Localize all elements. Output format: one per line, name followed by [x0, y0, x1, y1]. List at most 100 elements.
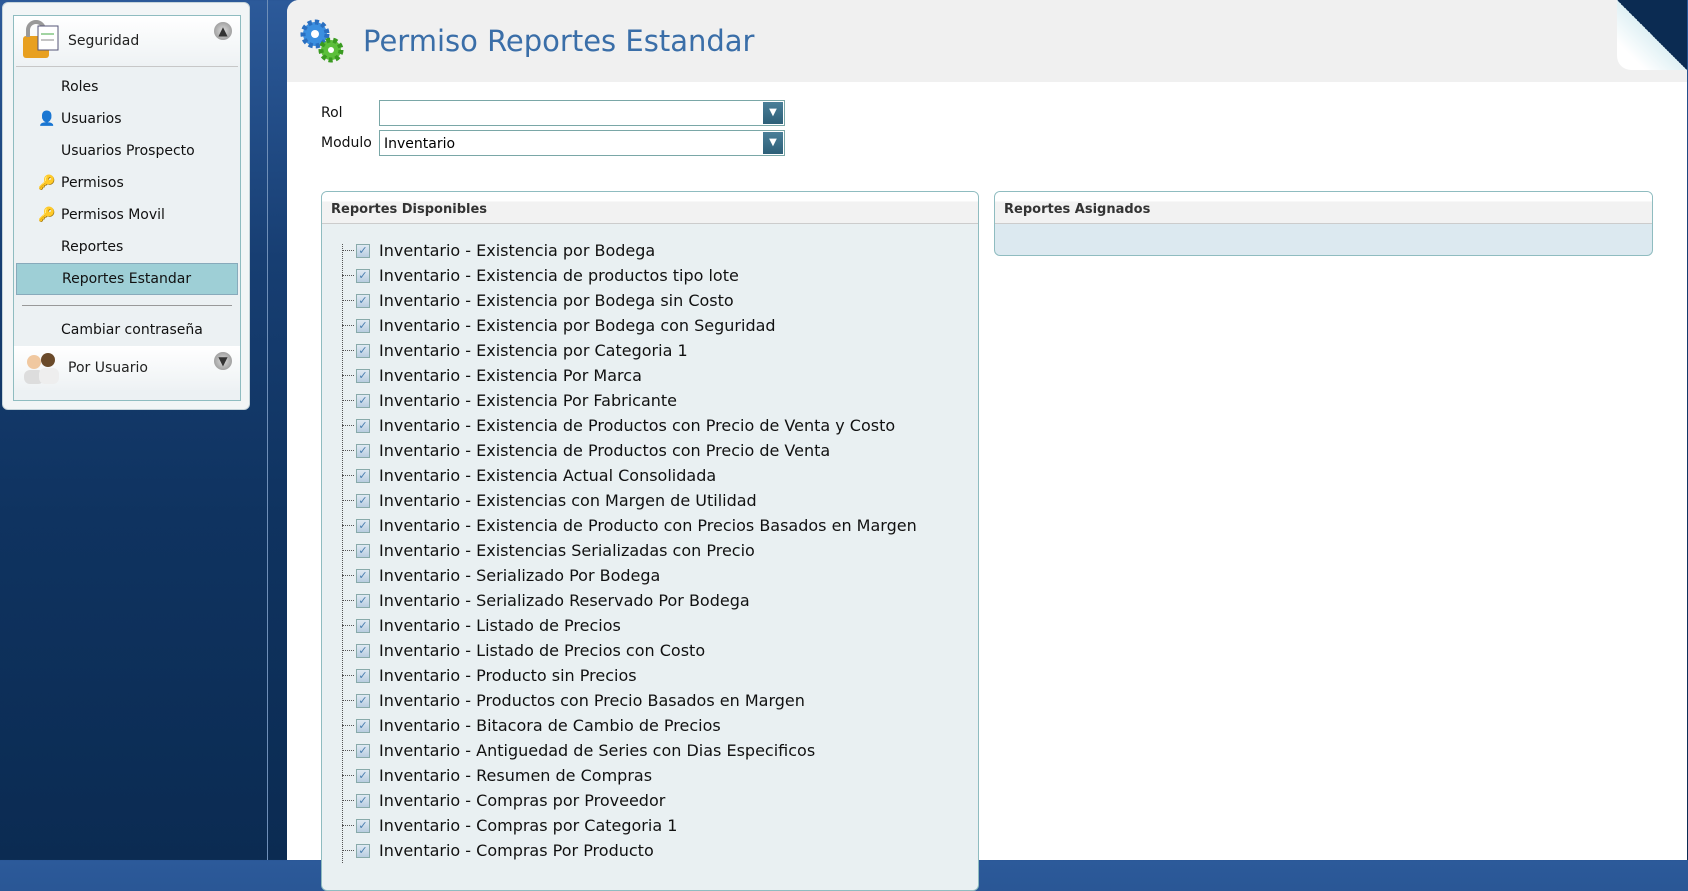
- tree-item[interactable]: ✓ Inventario - Antiguedad de Series con D…: [342, 738, 978, 763]
- tree-item-label: Inventario - Compras Por Producto: [379, 841, 654, 860]
- tree-item-label: Inventario - Existencia por Bodega sin C…: [379, 291, 734, 310]
- assigned-reports-panel: Reportes Asignados: [994, 191, 1653, 256]
- tree-item-label: Inventario - Existencias con Margen de U…: [379, 491, 757, 510]
- tree-item[interactable]: ✓ Inventario - Listado de Precios: [342, 613, 978, 638]
- checkbox[interactable]: ✓: [356, 818, 370, 833]
- expand-down-icon[interactable]: ▼: [214, 352, 232, 370]
- checkbox[interactable]: ✓: [356, 668, 370, 683]
- checkbox[interactable]: ✓: [356, 443, 370, 458]
- checkbox[interactable]: ✓: [356, 243, 370, 258]
- tree-item[interactable]: ✓ Inventario - Existencia por Categoria 1: [342, 338, 978, 363]
- checkbox[interactable]: ✓: [356, 768, 370, 783]
- security-lock-icon: [23, 20, 59, 58]
- tree-item[interactable]: ✓ Inventario - Producto sin Precios: [342, 663, 978, 688]
- available-reports-panel: Reportes Disponibles ✓ Inventario - Exist…: [321, 191, 979, 891]
- checkbox[interactable]: ✓: [356, 643, 370, 658]
- section-por-usuario[interactable]: Por Usuario ▼: [14, 346, 240, 390]
- modulo-value: Inventario: [384, 136, 456, 152]
- tree-item-label: Inventario - Existencia Por Marca: [379, 366, 642, 385]
- tree-item[interactable]: ✓ Inventario - Bitacora de Cambio de Prec…: [342, 713, 978, 738]
- tree-item[interactable]: ✓ Inventario - Resumen de Compras: [342, 763, 978, 788]
- tree-item[interactable]: ✓ Inventario - Existencia de Productos co…: [342, 438, 978, 463]
- tree-item-label: Inventario - Producto sin Precios: [379, 666, 637, 685]
- rol-label: Rol: [321, 105, 343, 121]
- users-icon: [24, 353, 59, 384]
- tree-item-label: Inventario - Compras por Proveedor: [379, 791, 666, 810]
- checkbox[interactable]: ✓: [356, 843, 370, 858]
- checkbox[interactable]: ✓: [356, 518, 370, 533]
- sidebar-item-permisos-movil[interactable]: 🔑 Permisos Movil: [14, 199, 240, 231]
- sidebar-item-label: Cambiar contraseña: [61, 322, 203, 338]
- checkbox[interactable]: ✓: [356, 468, 370, 483]
- sidebar-item-cambiar-contrasena[interactable]: Cambiar contraseña: [14, 314, 240, 346]
- sidebar-item-label: Usuarios: [61, 111, 122, 127]
- sidebar-item-label: Roles: [61, 79, 99, 95]
- tree-item-label: Inventario - Existencia por Bodega: [379, 241, 656, 260]
- tree-item[interactable]: ✓ Inventario - Existencias Serializadas c…: [342, 538, 978, 563]
- tree-item[interactable]: ✓ Inventario - Existencia de Productos co…: [342, 413, 978, 438]
- sidebar-item-permisos[interactable]: 🔑 Permisos: [14, 167, 240, 199]
- checkbox[interactable]: ✓: [356, 593, 370, 608]
- chevron-down-icon[interactable]: ▼: [763, 132, 783, 154]
- sidebar-item-usuarios-prospecto[interactable]: Usuarios Prospecto: [14, 135, 240, 167]
- checkbox[interactable]: ✓: [356, 268, 370, 283]
- checkbox[interactable]: ✓: [356, 418, 370, 433]
- sidebar-item-reportes[interactable]: Reportes: [14, 231, 240, 263]
- tree-item[interactable]: ✓ Inventario - Existencia por Bodega sin …: [342, 288, 978, 313]
- checkbox[interactable]: ✓: [356, 393, 370, 408]
- filter-form: Rol ▼ Modulo Inventario ▼: [321, 98, 785, 158]
- tree-item[interactable]: ✓ Inventario - Serializado Por Bodega: [342, 563, 978, 588]
- section-seguridad[interactable]: Seguridad ▲: [14, 16, 240, 66]
- tree-item[interactable]: ✓ Inventario - Existencia Por Marca: [342, 363, 978, 388]
- tree-item-label: Inventario - Antiguedad de Series con Di…: [379, 741, 816, 760]
- checkbox[interactable]: ✓: [356, 543, 370, 558]
- panel-title: Reportes Asignados: [995, 192, 1652, 224]
- tree-item[interactable]: ✓ Inventario - Compras por Proveedor: [342, 788, 978, 813]
- page-title: Permiso Reportes Estandar: [363, 24, 755, 58]
- tree-item[interactable]: ✓ Inventario - Existencias con Margen de …: [342, 488, 978, 513]
- checkbox[interactable]: ✓: [356, 318, 370, 333]
- rol-select[interactable]: ▼: [379, 100, 785, 126]
- tree-item-label: Inventario - Compras por Categoria 1: [379, 816, 678, 835]
- tree-item[interactable]: ✓ Inventario - Existencia de Producto con…: [342, 513, 978, 538]
- tree-item[interactable]: ✓ Inventario - Existencia por Bodega con …: [342, 313, 978, 338]
- tree-item[interactable]: ✓ Inventario - Productos con Precio Basad…: [342, 688, 978, 713]
- tree-item[interactable]: ✓ Inventario - Existencia de productos ti…: [342, 263, 978, 288]
- tree-item[interactable]: ✓ Inventario - Listado de Precios con Cos…: [342, 638, 978, 663]
- tree-item-label: Inventario - Existencia de Productos con…: [379, 441, 831, 460]
- checkbox[interactable]: ✓: [356, 368, 370, 383]
- sidebar-item-label: Permisos: [61, 175, 124, 191]
- sidebar-item-reportes-estandar[interactable]: Reportes Estandar: [16, 263, 238, 295]
- sidebar-item-label: Reportes: [61, 239, 124, 255]
- page-curl: [1617, 0, 1687, 70]
- tree-item[interactable]: ✓ Inventario - Compras por Categoria 1: [342, 813, 978, 838]
- sidebar-item-roles[interactable]: Roles: [14, 71, 240, 103]
- checkbox[interactable]: ✓: [356, 568, 370, 583]
- tree-item-label: Inventario - Resumen de Compras: [379, 766, 653, 785]
- tree-item[interactable]: ✓ Inventario - Serializado Reservado Por …: [342, 588, 978, 613]
- checkbox[interactable]: ✓: [356, 693, 370, 708]
- collapse-up-icon[interactable]: ▲: [214, 22, 232, 40]
- tree-item[interactable]: ✓ Inventario - Existencia Actual Consolid…: [342, 463, 978, 488]
- tree-item[interactable]: ✓ Inventario - Existencia por Bodega: [342, 238, 978, 263]
- checkbox[interactable]: ✓: [356, 493, 370, 508]
- tree-item[interactable]: ✓ Inventario - Existencia Por Fabricante: [342, 388, 978, 413]
- tree-item-label: Inventario - Listado de Precios con Cost…: [379, 641, 706, 660]
- modulo-select[interactable]: Inventario ▼: [379, 130, 785, 156]
- section-label: Por Usuario: [68, 360, 148, 376]
- tree-item-label: Inventario - Serializado Por Bodega: [379, 566, 661, 585]
- checkbox[interactable]: ✓: [356, 343, 370, 358]
- checkbox[interactable]: ✓: [356, 293, 370, 308]
- separator: [22, 305, 232, 306]
- tree-item[interactable]: ✓ Inventario - Compras Por Producto: [342, 838, 978, 863]
- modulo-label: Modulo: [321, 135, 372, 151]
- tree-item-label: Inventario - Existencia Por Fabricante: [379, 391, 678, 410]
- section-label: Seguridad: [68, 33, 140, 49]
- checkbox[interactable]: ✓: [356, 743, 370, 758]
- checkbox[interactable]: ✓: [356, 618, 370, 633]
- chevron-down-icon[interactable]: ▼: [763, 102, 783, 124]
- sidebar-item-label: Usuarios Prospecto: [61, 143, 195, 159]
- sidebar-item-usuarios[interactable]: 👤 Usuarios: [14, 103, 240, 135]
- checkbox[interactable]: ✓: [356, 793, 370, 808]
- checkbox[interactable]: ✓: [356, 718, 370, 733]
